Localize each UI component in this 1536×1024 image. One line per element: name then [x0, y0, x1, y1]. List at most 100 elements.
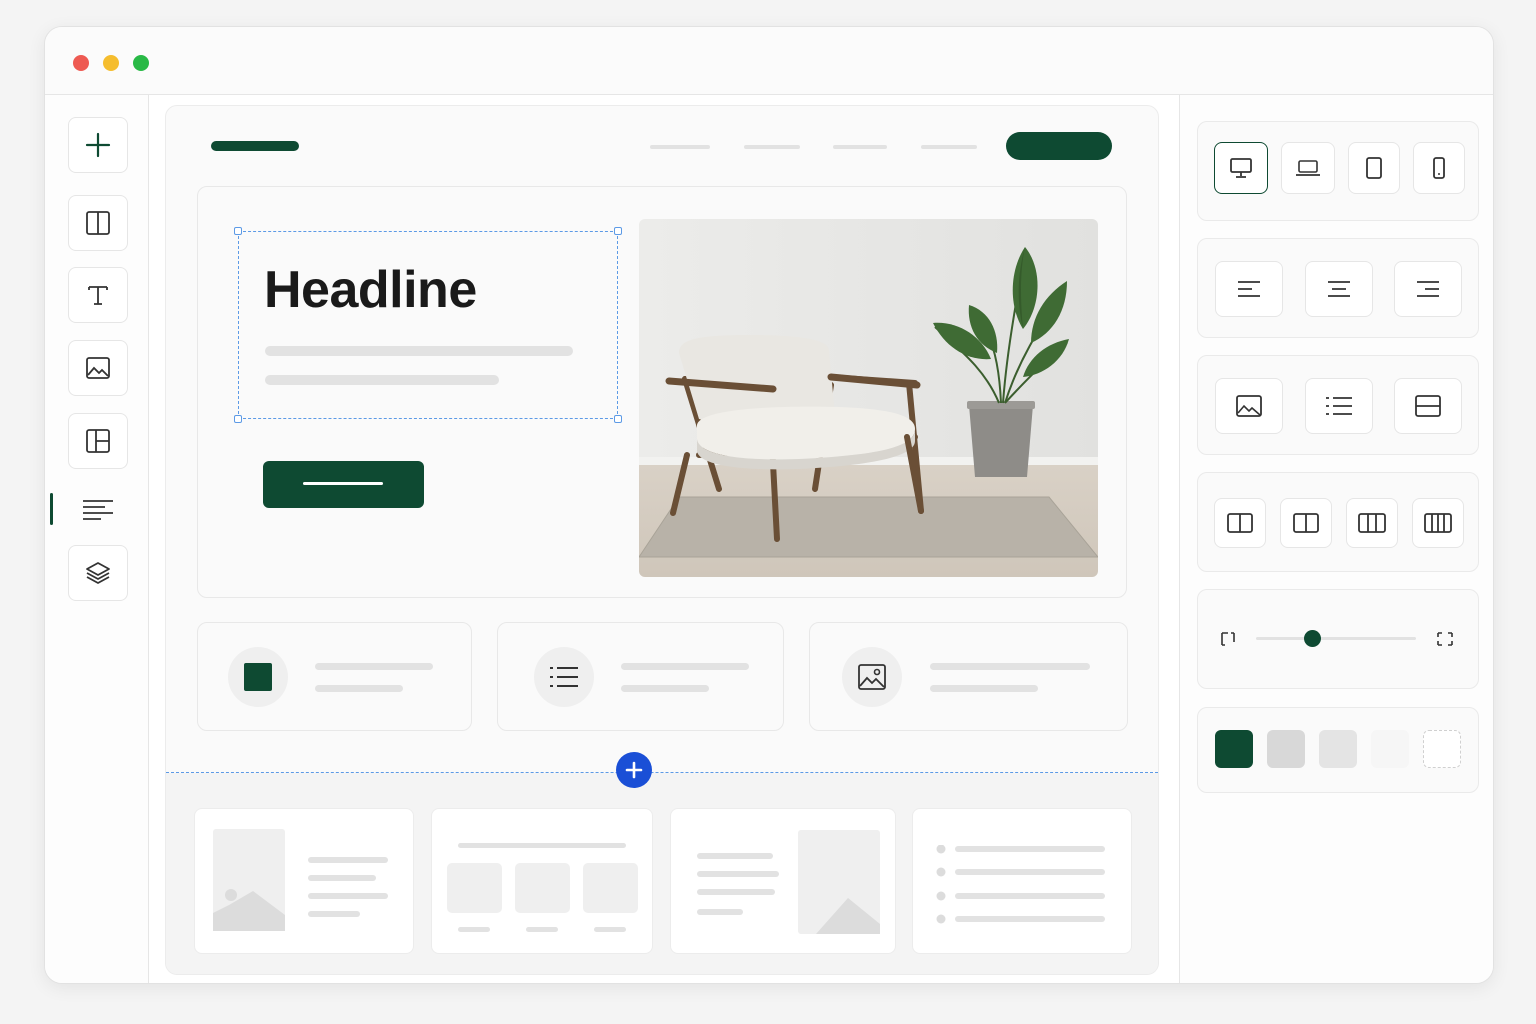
add-section-button[interactable] — [616, 752, 652, 788]
layout-tool-button[interactable] — [68, 413, 128, 469]
feature-card[interactable] — [497, 622, 784, 731]
color-swatch-gray[interactable] — [1267, 730, 1305, 768]
feature-icon-circle — [842, 647, 902, 707]
align-right-button[interactable] — [1394, 261, 1462, 317]
four-columns-button[interactable] — [1412, 498, 1464, 548]
layout-icon — [86, 429, 110, 453]
align-left-button[interactable] — [1215, 261, 1283, 317]
align-left-icon — [83, 500, 113, 520]
size-slider-track[interactable] — [1256, 637, 1416, 640]
template-text-line — [697, 909, 743, 915]
three-columns-button[interactable] — [1346, 498, 1398, 548]
shrink-icon — [1221, 632, 1235, 646]
two-columns-icon — [1227, 513, 1253, 533]
nav-cta-button[interactable] — [1006, 132, 1112, 160]
resize-handle[interactable] — [234, 415, 242, 423]
selected-text-block[interactable]: Headline — [234, 227, 622, 423]
hero-cta-button[interactable] — [263, 461, 424, 508]
image-placeholder-icon — [213, 829, 285, 931]
two-columns-button[interactable] — [1214, 498, 1266, 548]
template-text-image-right[interactable] — [670, 808, 896, 954]
align-center-button[interactable] — [1305, 261, 1373, 317]
page-canvas: Headline — [165, 105, 1159, 975]
hero-headline[interactable]: Headline — [264, 260, 477, 320]
phone-view-button[interactable] — [1413, 142, 1465, 194]
close-window-button[interactable] — [73, 55, 89, 71]
feature-text-line — [315, 663, 433, 670]
list-block-icon — [1326, 397, 1352, 415]
add-element-button[interactable] — [68, 117, 128, 173]
feature-text-line — [621, 685, 709, 692]
align-right-icon — [1417, 281, 1439, 297]
text-icon — [88, 286, 108, 305]
maximize-window-button[interactable] — [133, 55, 149, 71]
nav-link[interactable] — [833, 145, 887, 149]
resize-handle[interactable] — [234, 227, 242, 235]
template-card-placeholder — [515, 863, 570, 913]
text-alignment-group — [1197, 238, 1479, 338]
bullet-list-icon — [936, 845, 1105, 924]
color-swatch-white[interactable] — [1423, 730, 1461, 768]
desktop-view-button[interactable] — [1214, 142, 1268, 194]
split-block-button[interactable] — [1394, 378, 1462, 434]
list-icon — [550, 667, 578, 687]
hero-image[interactable] — [639, 219, 1098, 577]
template-text-line — [458, 843, 626, 848]
text-align-tool-button[interactable] — [68, 481, 128, 537]
two-columns-split-icon — [1293, 513, 1319, 533]
feature-icon-circle — [534, 647, 594, 707]
color-swatch-light-gray[interactable] — [1319, 730, 1357, 768]
armchair-and-plant-illustration — [639, 219, 1098, 577]
text-tool-button[interactable] — [68, 267, 128, 323]
template-card-placeholder — [583, 863, 638, 913]
laptop-icon — [1296, 160, 1320, 176]
feature-card[interactable] — [197, 622, 472, 731]
template-bullet-list[interactable] — [912, 808, 1132, 954]
tablet-view-button[interactable] — [1348, 142, 1400, 194]
site-logo[interactable] — [211, 141, 299, 151]
image-block-button[interactable] — [1215, 378, 1283, 434]
hero-text-line — [265, 375, 499, 385]
active-tool-indicator — [50, 493, 53, 525]
device-preview-group — [1197, 121, 1479, 221]
two-columns-split-button[interactable] — [1280, 498, 1332, 548]
columns-tool-button[interactable] — [68, 195, 128, 251]
list-block-button[interactable] — [1305, 378, 1373, 434]
template-text-line — [594, 927, 626, 932]
align-center-icon — [1328, 281, 1350, 297]
image-tool-button[interactable] — [68, 340, 128, 396]
template-three-cards[interactable] — [431, 808, 653, 954]
template-image-left-text[interactable] — [194, 808, 414, 954]
template-strip — [166, 773, 1158, 974]
laptop-view-button[interactable] — [1281, 142, 1335, 194]
template-text-line — [308, 911, 360, 917]
resize-handle[interactable] — [614, 415, 622, 423]
size-slider-thumb[interactable] — [1304, 630, 1321, 647]
layers-tool-button[interactable] — [68, 545, 128, 601]
template-text-line — [458, 927, 490, 932]
four-columns-icon — [1424, 513, 1452, 533]
resize-handle[interactable] — [614, 227, 622, 235]
color-swatch-off-white[interactable] — [1371, 730, 1409, 768]
plus-icon — [85, 132, 111, 158]
minimize-window-button[interactable] — [103, 55, 119, 71]
nav-link[interactable] — [744, 145, 800, 149]
split-block-icon — [1415, 395, 1441, 417]
button-label-placeholder — [303, 482, 383, 485]
template-text-line — [308, 893, 388, 899]
plus-icon — [625, 761, 643, 779]
feature-text-line — [930, 663, 1090, 670]
left-toolbar — [45, 95, 149, 983]
color-swatch-green[interactable] — [1215, 730, 1253, 768]
feature-card[interactable] — [809, 622, 1128, 731]
app-window: Headline — [44, 26, 1494, 984]
template-card-placeholder — [447, 863, 502, 913]
expand-icon — [1437, 632, 1453, 646]
feature-icon-circle — [228, 647, 288, 707]
title-bar — [45, 27, 1493, 95]
hero-section[interactable]: Headline — [197, 186, 1127, 598]
nav-link[interactable] — [921, 145, 977, 149]
nav-link[interactable] — [650, 145, 710, 149]
template-text-line — [308, 875, 376, 881]
template-text-line — [308, 857, 388, 863]
